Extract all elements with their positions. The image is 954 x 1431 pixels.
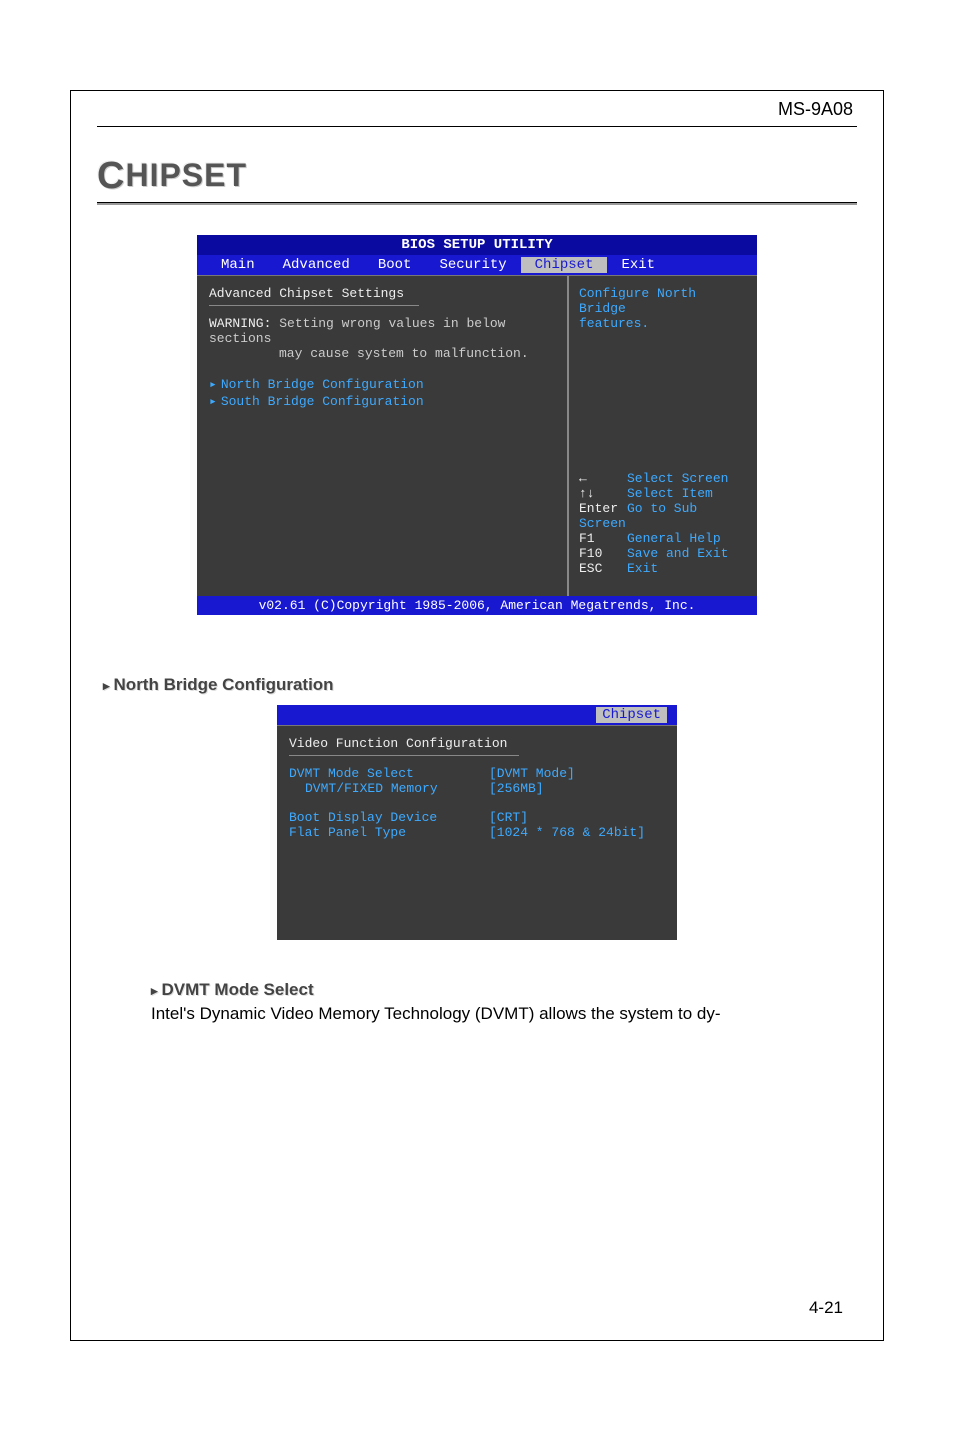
setting-value: [CRT] [489,810,528,825]
menu-south-bridge-label: South Bridge Configuration [221,394,424,409]
bios-desc-line1: Configure North Bridge [579,286,747,316]
bios-right-pane: Configure North Bridge features. ←Select… [567,276,757,596]
warning-label: WARNING: [209,316,271,331]
bios-key-help: ←Select Screen ↑↓Select Item EnterGo to … [579,471,747,586]
key-label: General Help [627,531,721,546]
bios-description: Configure North Bridge features. [579,286,747,331]
subheading-label: DVMT Mode Select [162,980,314,999]
vfc-heading: Video Function Configuration [289,736,665,751]
setting-label: DVMT Mode Select [289,766,489,781]
bios-sub-tabs: Chipset [277,705,677,725]
key: Enter [579,501,627,516]
tab-chipset[interactable]: Chipset [521,257,608,273]
setting-flat-panel[interactable]: Flat Panel Type [1024 * 768 & 24bit] [289,825,665,840]
acs-heading: Advanced Chipset Settings [209,286,555,301]
page: MS-9A08 CHIPSET BIOS SETUP UTILITY Main … [0,0,954,1431]
key-label: Exit [627,561,658,576]
tab-boot[interactable]: Boot [364,257,426,273]
bios-desc-line2: features. [579,316,747,331]
triangle-icon: ▸ [151,983,158,998]
key-label: Save and Exit [627,546,728,561]
setting-value: [DVMT Mode] [489,766,575,781]
menu-north-bridge-label: North Bridge Configuration [221,377,424,392]
acs-heading-line [209,305,419,306]
section-title-initial: C [97,155,125,197]
subheading-dvmt: ▸ DVMT Mode Select [151,980,883,1000]
key: F1 [579,531,627,546]
tab-chipset-sub[interactable]: Chipset [596,707,667,723]
page-frame: MS-9A08 CHIPSET BIOS SETUP UTILITY Main … [70,90,884,1341]
section-title: CHIPSET [97,155,857,198]
body-paragraph: Intel's Dynamic Video Memory Technology … [151,1004,803,1024]
bios-sub-body: Video Function Configuration DVMT Mode S… [277,725,677,940]
tab-security[interactable]: Security [425,257,520,273]
section-underline [97,202,857,205]
key-row: ←Select Screen [579,471,747,486]
setting-value: [1024 * 768 & 24bit] [489,825,645,840]
key-row: F1General Help [579,531,747,546]
setting-value: [256MB] [489,781,544,796]
bios-body: Advanced Chipset Settings WARNING: Setti… [197,275,757,596]
divider [97,126,857,127]
key-row: ↑↓Select Item [579,486,747,501]
key-label: Select Screen [627,471,728,486]
setting-label: DVMT/FIXED Memory [289,781,489,796]
key: ← [579,471,627,486]
menu-south-bridge[interactable]: ▸ South Bridge Configuration [209,394,555,409]
subheading-north-bridge: ▸ North Bridge Configuration [103,675,883,695]
bios-left-pane: Advanced Chipset Settings WARNING: Setti… [197,276,567,596]
page-number: 4-21 [809,1298,843,1318]
menu-north-bridge[interactable]: ▸ North Bridge Configuration [209,377,555,392]
tab-advanced[interactable]: Advanced [269,257,364,273]
triangle-icon: ▸ [103,678,110,693]
triangle-icon: ▸ [209,377,217,392]
tab-main[interactable]: Main [207,257,269,273]
bios-tabs: Main Advanced Boot Security Chipset Exit [197,255,757,275]
subheading-label: North Bridge Configuration [114,675,334,694]
bios-footer: v02.61 (C)Copyright 1985-2006, American … [197,596,757,615]
triangle-icon: ▸ [209,394,217,409]
warning-line2: may cause system to malfunction. [209,346,555,361]
model-header: MS-9A08 [71,91,883,126]
setting-boot-display[interactable]: Boot Display Device [CRT] [289,810,665,825]
tab-exit[interactable]: Exit [607,257,669,273]
vfc-heading-line [289,755,519,756]
setting-label: Boot Display Device [289,810,489,825]
bios-screenshot: BIOS SETUP UTILITY Main Advanced Boot Se… [197,235,757,615]
setting-dvmt-memory[interactable]: DVMT/FIXED Memory [256MB] [289,781,665,796]
key: F10 [579,546,627,561]
key-label: Select Item [627,486,713,501]
setting-dvmt-mode[interactable]: DVMT Mode Select [DVMT Mode] [289,766,665,781]
setting-label: Flat Panel Type [289,825,489,840]
warning-line1: WARNING: Setting wrong values in below s… [209,316,555,346]
key-row: EnterGo to Sub Screen [579,501,747,531]
key-row: F10Save and Exit [579,546,747,561]
bios-title-bar: BIOS SETUP UTILITY [197,235,757,255]
key: ↑↓ [579,486,627,501]
key: ESC [579,561,627,576]
section-title-rest: HIPSET [125,157,247,193]
bios-screenshot-sub: Chipset Video Function Configuration DVM… [277,705,677,940]
key-row: ESCExit [579,561,747,576]
